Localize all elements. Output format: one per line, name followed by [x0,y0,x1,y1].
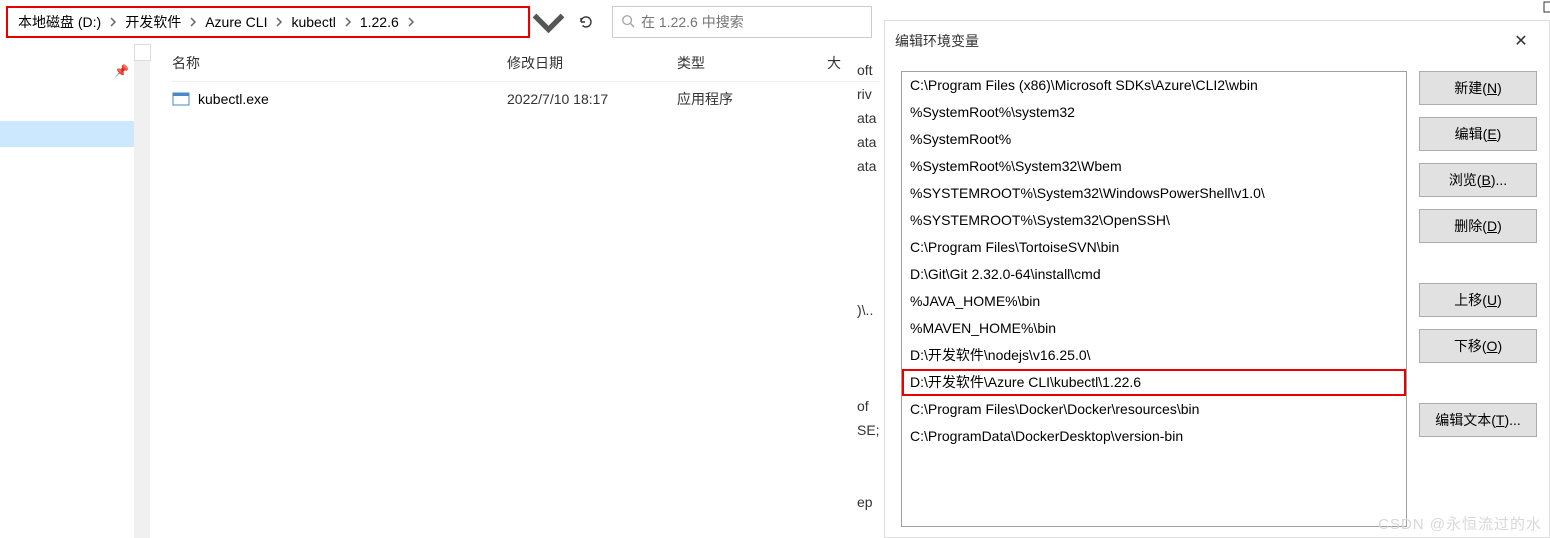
col-header-name[interactable]: 名称 [172,53,507,73]
background-text-fragment: oftrivataataata)\..ofSE;ep [857,58,885,514]
col-header-date[interactable]: 修改日期 [507,53,677,73]
explorer-body: 📌 名称 修改日期 类型 大 kubectl.exe 2022/7/10 18:… [0,44,880,538]
env-list-item[interactable]: %JAVA_HOME%\bin [902,288,1406,315]
env-list-item[interactable]: %SystemRoot%\System32\Wbem [902,153,1406,180]
file-explorer: 本地磁盘 (D:) 开发软件 Azure CLI kubectl 1.22.6 📌 名称… [0,0,880,538]
dialog-buttons: 新建(N) 编辑(E) 浏览(B)... 删除(D) 上移(U) 下移(O) 编… [1419,71,1537,527]
column-headers[interactable]: 名称 修改日期 类型 大 [172,44,880,82]
file-name: kubectl.exe [198,91,269,107]
close-icon[interactable]: ✕ [1503,31,1539,51]
move-up-button[interactable]: 上移(U) [1419,283,1537,317]
breadcrumb-segment[interactable]: 1.22.6 [354,10,405,34]
address-dropdown[interactable] [530,6,566,38]
chevron-right-icon[interactable] [342,17,354,27]
chevron-right-icon[interactable] [405,17,417,27]
nav-scrollbar[interactable] [134,44,149,538]
env-list-item[interactable]: %SYSTEMROOT%\System32\OpenSSH\ [902,207,1406,234]
address-bar-area: 本地磁盘 (D:) 开发软件 Azure CLI kubectl 1.22.6 [0,0,880,44]
env-list-item[interactable]: %MAVEN_HOME%\bin [902,315,1406,342]
navigation-pane[interactable]: 📌 [0,44,150,538]
env-list-item[interactable]: %SystemRoot%\system32 [902,99,1406,126]
env-list-item[interactable]: C:\ProgramData\DockerDesktop\version-bin [902,423,1406,450]
search-icon [621,14,635,31]
env-list-item[interactable]: %SystemRoot% [902,126,1406,153]
move-down-button[interactable]: 下移(O) [1419,329,1537,363]
breadcrumb-segment[interactable]: 开发软件 [119,8,187,36]
chevron-right-icon[interactable] [187,17,199,27]
refresh-button[interactable] [568,6,604,38]
env-list-item[interactable]: C:\Program Files\TortoiseSVN\bin [902,234,1406,261]
dialog-title: 编辑环境变量 [895,31,979,51]
edit-env-var-dialog: 编辑环境变量 ✕ C:\Program Files (x86)\Microsof… [884,20,1550,538]
edit-text-button[interactable]: 编辑文本(T)... [1419,403,1537,437]
col-header-type[interactable]: 类型 [677,53,827,73]
env-list-item[interactable]: C:\Program Files (x86)\Microsoft SDKs\Az… [902,72,1406,99]
env-list-item[interactable]: %SYSTEMROOT%\System32\WindowsPowerShell\… [902,180,1406,207]
file-row[interactable]: kubectl.exe 2022/7/10 18:17 应用程序 [172,82,880,116]
search-box[interactable] [612,6,872,38]
file-list-area: 名称 修改日期 类型 大 kubectl.exe 2022/7/10 18:17… [150,44,880,538]
chevron-right-icon[interactable] [273,17,285,27]
env-var-list[interactable]: C:\Program Files (x86)\Microsoft SDKs\Az… [901,71,1407,527]
breadcrumb[interactable]: 本地磁盘 (D:) 开发软件 Azure CLI kubectl 1.22.6 [6,6,530,38]
env-list-item[interactable]: D:\开发软件\Azure CLI\kubectl\1.22.6 [902,369,1406,396]
env-list-item[interactable]: D:\开发软件\nodejs\v16.25.0\ [902,342,1406,369]
maximize-icon[interactable] [1542,0,1550,16]
breadcrumb-segment[interactable]: kubectl [285,10,341,34]
new-button[interactable]: 新建(N) [1419,71,1537,105]
watermark: CSDN @永恒流过的水 [1378,513,1542,534]
dialog-title-bar[interactable]: 编辑环境变量 ✕ [885,21,1549,61]
env-list-item[interactable]: D:\Git\Git 2.32.0-64\install\cmd [902,261,1406,288]
delete-button[interactable]: 删除(D) [1419,209,1537,243]
file-date: 2022/7/10 18:17 [507,91,677,107]
search-input[interactable] [641,14,871,30]
browse-button[interactable]: 浏览(B)... [1419,163,1537,197]
breadcrumb-segment[interactable]: 本地磁盘 (D:) [12,8,107,36]
env-list-item[interactable]: C:\Program Files\Docker\Docker\resources… [902,396,1406,423]
pin-icon: 📌 [114,64,129,78]
chevron-right-icon[interactable] [107,17,119,27]
edit-button[interactable]: 编辑(E) [1419,117,1537,151]
exe-file-icon [172,90,190,108]
breadcrumb-segment[interactable]: Azure CLI [199,10,273,34]
selected-nav-item[interactable] [0,121,135,147]
file-type: 应用程序 [677,89,827,109]
